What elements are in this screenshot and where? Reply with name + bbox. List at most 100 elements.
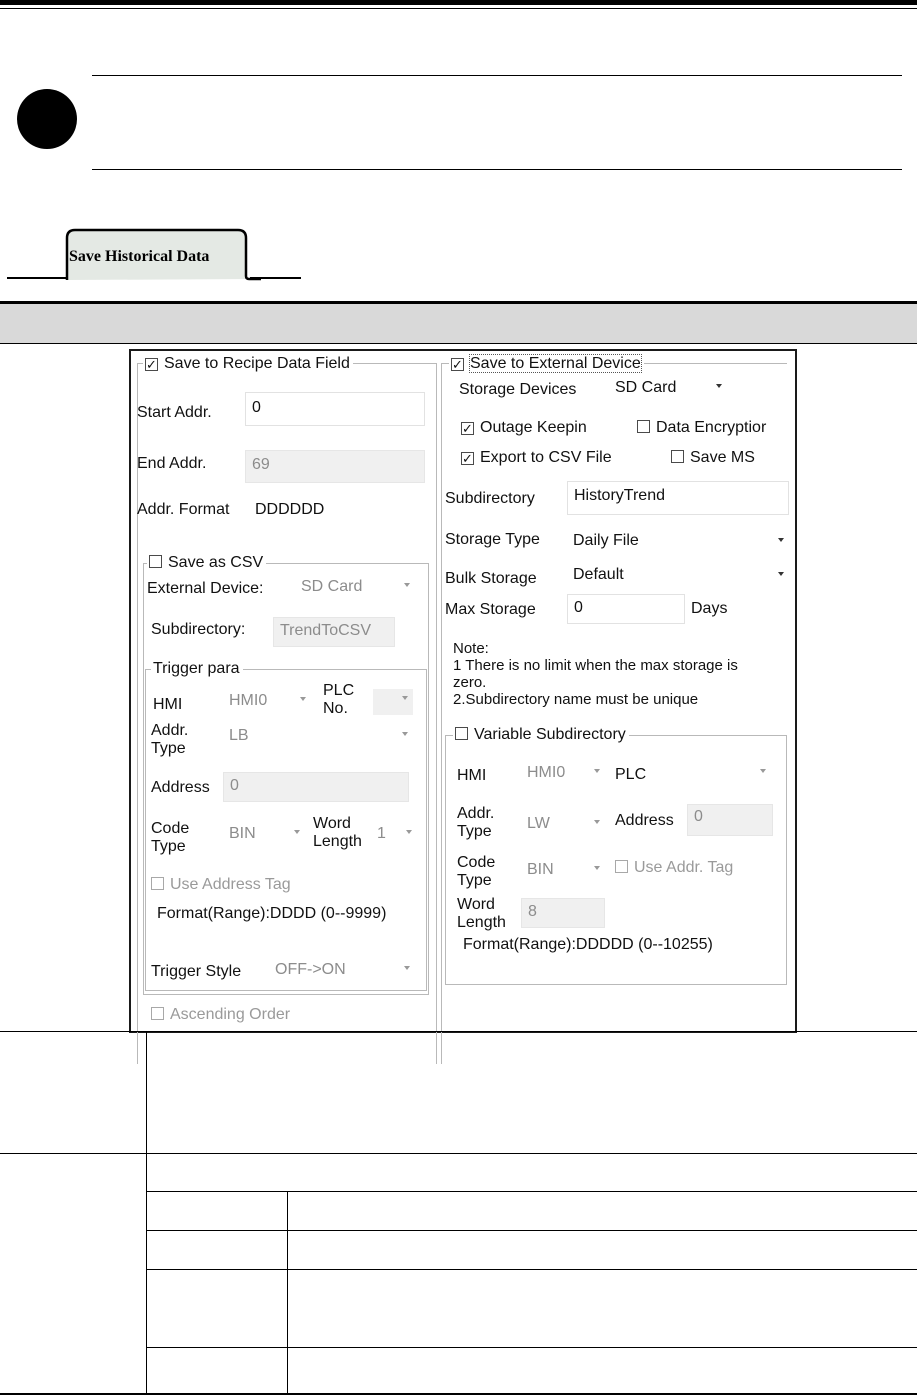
trigger-word-length-label: Word Length xyxy=(313,815,362,850)
csv-group-title[interactable]: Save as CSV xyxy=(147,554,267,572)
note-text: Note: 1 There is no limit when the max s… xyxy=(453,640,738,708)
max-storage-input[interactable]: 0 xyxy=(567,594,685,624)
export-csv-checkbox[interactable]: ✓ xyxy=(461,452,474,465)
var-plc-select xyxy=(689,762,771,788)
trigger-address-input: 0 xyxy=(223,772,409,802)
variable-subdirectory-checkbox[interactable] xyxy=(455,727,468,740)
var-format-range: Format(Range):DDDDD (0--10255) xyxy=(463,936,713,953)
max-storage-unit: Days xyxy=(691,600,728,617)
trigger-hmi-label: HMI xyxy=(153,696,183,713)
outage-keepin-option[interactable]: ✓ Outage Keepin xyxy=(461,419,587,437)
var-word-length-label: Word Length xyxy=(457,896,506,931)
note-bullet-icon xyxy=(17,89,77,149)
var-addr-type-select: LW xyxy=(521,813,605,839)
trigger-addr-type-select: LB xyxy=(223,725,413,751)
table-rule xyxy=(147,1191,917,1192)
csv-subdirectory-label: Subdirectory: xyxy=(151,621,246,638)
chevron-down-icon xyxy=(402,696,408,700)
data-encryption-checkbox[interactable] xyxy=(637,420,650,433)
var-word-length-input: 8 xyxy=(521,898,605,928)
table-rule xyxy=(147,1269,917,1270)
var-addr-type-label: Addr. Type xyxy=(457,805,495,840)
table-rule xyxy=(146,1031,147,1394)
storage-type-select[interactable]: Daily File xyxy=(567,527,789,557)
trigger-address-label: Address xyxy=(151,779,210,796)
trigger-hmi-select: HMI0 xyxy=(223,690,311,716)
var-code-type-label: Code Type xyxy=(457,854,496,889)
trigger-word-length-select: 1 xyxy=(371,823,417,849)
tab-baseline-left xyxy=(7,277,67,279)
use-address-tag-option: Use Address Tag xyxy=(151,876,291,894)
chevron-down-icon xyxy=(294,830,300,834)
note-rule-top xyxy=(92,75,902,76)
table-rule xyxy=(0,1031,917,1032)
section-tab-label: Save Historical Data xyxy=(69,248,210,265)
chevron-down-icon xyxy=(760,769,766,773)
trigger-style-select: OFF->ON xyxy=(269,959,415,985)
external-checkbox[interactable]: ✓ xyxy=(451,358,464,371)
outage-keepin-checkbox[interactable]: ✓ xyxy=(461,422,474,435)
end-addr-label: End Addr. xyxy=(137,455,207,472)
ascending-order-checkbox xyxy=(151,1007,164,1020)
chevron-down-icon xyxy=(402,732,408,736)
use-address-tag-checkbox xyxy=(151,877,164,890)
var-hmi-label: HMI xyxy=(457,767,487,784)
table-rule xyxy=(0,1153,917,1154)
var-address-label: Address xyxy=(615,812,674,829)
var-plc-label: PLC xyxy=(615,766,647,783)
addr-format-label: Addr. Format xyxy=(137,501,230,518)
bulk-storage-select[interactable]: Default xyxy=(567,561,789,591)
trigger-plc-select xyxy=(373,689,413,715)
storage-devices-select[interactable]: SD Card xyxy=(609,377,727,403)
ascending-order-option: Ascending Order xyxy=(151,1006,290,1024)
use-addr-tag-option: Use Addr. Tag xyxy=(615,859,733,877)
table-rule xyxy=(147,1347,917,1348)
storage-devices-label: Storage Devices xyxy=(459,381,577,398)
trigger-code-type-select: BIN xyxy=(223,823,305,849)
export-csv-option[interactable]: ✓ Export to CSV File xyxy=(461,449,612,467)
tab-baseline-right xyxy=(250,277,301,279)
start-addr-label: Start Addr. xyxy=(137,404,212,421)
external-device-select: SD Card xyxy=(295,576,415,602)
ext-subdirectory-label: Subdirectory xyxy=(445,490,535,507)
chevron-down-icon xyxy=(404,583,410,587)
chevron-down-icon xyxy=(594,866,600,870)
table-rule xyxy=(287,1191,288,1394)
note-rule-bottom xyxy=(92,169,902,170)
var-code-type-select: BIN xyxy=(521,859,605,885)
header-band xyxy=(0,304,917,344)
chevron-down-icon xyxy=(594,769,600,773)
trigger-group-title: Trigger para xyxy=(151,660,243,678)
top-rule-thin xyxy=(0,8,917,9)
trigger-style-label: Trigger Style xyxy=(151,963,242,980)
chevron-down-icon xyxy=(778,538,784,542)
chevron-down-icon xyxy=(778,572,784,576)
max-storage-label: Max Storage xyxy=(445,601,536,618)
recipe-checkbox[interactable]: ✓ xyxy=(145,358,158,371)
bulk-storage-label: Bulk Storage xyxy=(445,570,537,587)
addr-format-value: DDDDDD xyxy=(255,501,325,518)
storage-type-label: Storage Type xyxy=(445,531,540,548)
trigger-code-type-label: Code Type xyxy=(151,820,190,855)
chevron-down-icon xyxy=(594,820,600,824)
var-hmi-select: HMI0 xyxy=(521,762,605,788)
var-address-input: 0 xyxy=(687,804,773,836)
external-group-title[interactable]: ✓ Save to External Device xyxy=(449,354,644,373)
csv-checkbox[interactable] xyxy=(149,555,162,568)
trigger-addr-type-label: Addr. Type xyxy=(151,722,189,757)
ext-subdirectory-input[interactable]: HistoryTrend xyxy=(567,481,789,515)
save-ms-checkbox[interactable] xyxy=(671,450,684,463)
end-addr-input: 69 xyxy=(245,450,425,483)
use-addr-tag-checkbox xyxy=(615,860,628,873)
recipe-group-title[interactable]: ✓ Save to Recipe Data Field xyxy=(143,355,353,373)
settings-dialog: ✓ Save to Recipe Data Field Start Addr. 0… xyxy=(129,349,797,1064)
start-addr-input[interactable]: 0 xyxy=(245,392,425,426)
csv-subdirectory-input: TrendToCSV xyxy=(273,617,395,647)
chevron-down-icon xyxy=(300,697,306,701)
save-ms-option[interactable]: Save MS xyxy=(671,449,755,467)
chevron-down-icon xyxy=(406,830,412,834)
data-encryption-option[interactable]: Data Encryptior xyxy=(637,419,793,437)
trigger-plc-label: PLC No. xyxy=(323,682,355,717)
variable-group-title[interactable]: Variable Subdirectory xyxy=(453,726,629,744)
table-rule xyxy=(147,1230,917,1231)
